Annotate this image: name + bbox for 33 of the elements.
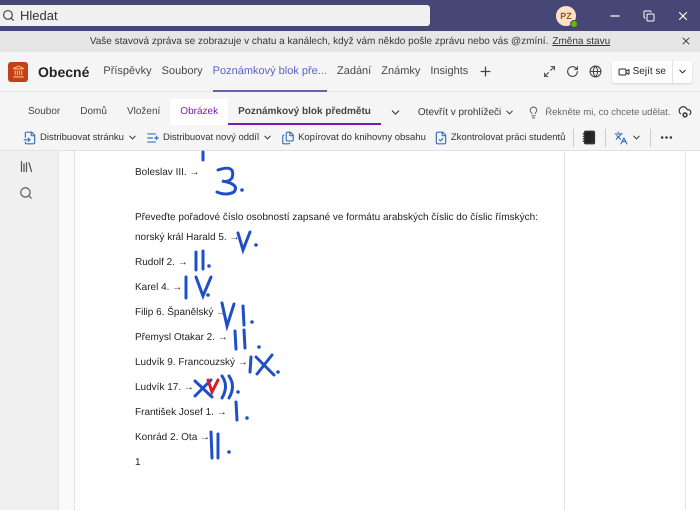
instruction-text: Převeďte pořadové číslo osobností zapsané ve formátu arabských číslic do číslic římských: bbox=[135, 212, 539, 225]
channel-tab[interactable]: Zadání bbox=[336, 52, 372, 92]
exercise-line: Karel 4. → bbox=[135, 282, 184, 295]
page-number: 1 bbox=[135, 457, 142, 470]
toolbar-button[interactable]: Distribuovat nový oddíl bbox=[142, 126, 276, 150]
ribbon-tab[interactable]: Vložení bbox=[116, 99, 170, 125]
status-notice-text: Vaše stavová zpráva se zobrazuje v chatu a kanálech, když vám někdo pošle zprávu nebo vás @zmíní. bbox=[90, 36, 548, 47]
change-status-link[interactable]: Změna stavu bbox=[552, 36, 610, 47]
exercise-line: norský král Harald 5. → bbox=[135, 232, 240, 245]
exercise-line: Boleslav III. → bbox=[135, 167, 200, 180]
exercise-line: Ludvík 17. → bbox=[135, 382, 195, 395]
tell-me-field[interactable]: Řekněte mi, co chcete udělat. bbox=[523, 99, 670, 125]
exercise-line: Ludvík 9. Francouzský → bbox=[135, 357, 249, 370]
toolbar-button[interactable]: Distribuovat stránku bbox=[20, 126, 141, 150]
channel-name: Obecné bbox=[38, 64, 90, 80]
user-avatar[interactable]: PZ bbox=[556, 6, 576, 26]
toolbar-button[interactable]: Kopírovat do knihovny obsahu bbox=[278, 126, 429, 150]
toolbar-button[interactable]: Zkontrolovat práci studentů bbox=[430, 126, 568, 150]
meet-button[interactable]: Sejít se bbox=[612, 60, 692, 82]
search-field[interactable]: Hledat bbox=[0, 5, 430, 26]
channel-tab[interactable]: Příspěvky bbox=[103, 52, 152, 92]
ribbon-tab[interactable]: Soubor bbox=[18, 99, 70, 125]
channel-tab[interactable]: Soubory bbox=[162, 52, 203, 92]
exercise-line: Rudolf 2. → bbox=[135, 257, 189, 270]
channel-tab[interactable]: Poznámkový blok pře... bbox=[212, 52, 327, 92]
exercise-line: František Josef 1. → bbox=[135, 407, 228, 420]
exercise-line: Přemysl Otakar 2. → bbox=[135, 332, 229, 345]
channel-tab[interactable]: Insights bbox=[430, 52, 468, 92]
ribbon-tab[interactable]: Obrázek bbox=[170, 99, 228, 125]
channel-tab[interactable]: Známky bbox=[381, 52, 420, 92]
open-in-browser-button[interactable]: Otevřít v prohlížeči bbox=[410, 99, 524, 125]
exercise-line: Konrád 2. Ota → bbox=[135, 432, 212, 445]
ribbon-tab[interactable]: Domů bbox=[70, 99, 117, 125]
